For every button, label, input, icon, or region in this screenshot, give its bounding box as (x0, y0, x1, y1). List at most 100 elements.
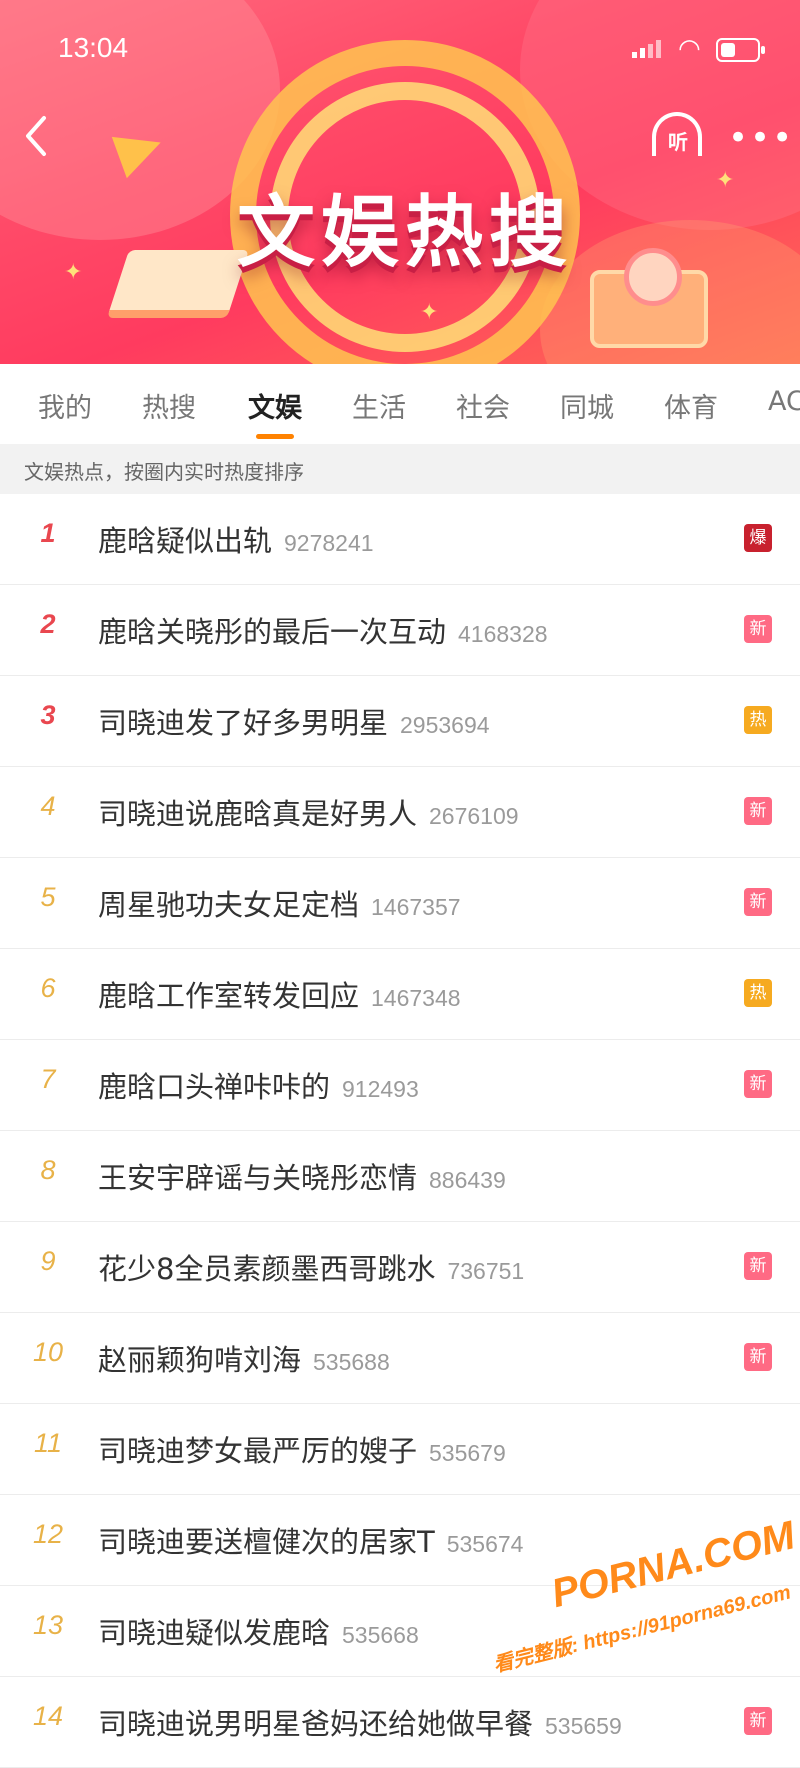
status-time: 13:04 (58, 32, 129, 63)
status-badge: 热 (744, 979, 772, 1007)
sparkle-icon: ✦ (64, 260, 83, 285)
list-item-text: 花少8全员素颜墨西哥跳水 736751 (98, 1246, 524, 1288)
sparkle-icon: ✦ (420, 300, 439, 325)
rank-number: 5 (40, 882, 56, 912)
list-item-text: 周星驰功夫女足定档 1467357 (98, 882, 461, 924)
list-item[interactable]: 5 周星驰功夫女足定档 1467357 新 (0, 858, 800, 949)
topic-title: 司晓迪发了好多男明星 (98, 706, 389, 740)
listen-button[interactable]: 听 (650, 112, 706, 164)
list-item[interactable]: 6 鹿晗工作室转发回应 1467348 热 (0, 949, 800, 1040)
rank-number: 2 (40, 609, 56, 639)
heat-count: 886439 (429, 1167, 506, 1193)
heat-count: 535679 (429, 1440, 506, 1466)
topic-title: 司晓迪说鹿晗真是好男人 (98, 797, 418, 831)
hot-search-list: 1 鹿晗疑似出轨 9278241 爆 2 鹿晗关晓彤的最后一次互动 4168328 新 3 司晓迪… (0, 494, 800, 1768)
cell-signal-icon (632, 40, 661, 58)
list-item[interactable]: 9 花少8全员素颜墨西哥跳水 736751 新 (0, 1222, 800, 1313)
topic-title: 王安宇辟谣与关晓彤恋情 (98, 1161, 418, 1195)
list-item[interactable]: 11 司晓迪梦女最严厉的嫂子 535679 (0, 1404, 800, 1495)
rank-number: 14 (32, 1701, 64, 1731)
tab-acg[interactable]: AC (768, 386, 800, 417)
list-item-text: 鹿晗关晓彤的最后一次互动 4168328 (98, 609, 548, 651)
tab-life[interactable]: 生活 (352, 386, 406, 425)
list-item-text: 司晓迪要送檀健次的居家T 535674 (98, 1519, 523, 1561)
wifi-icon: ◠ (678, 34, 701, 64)
tab-mine[interactable]: 我的 (38, 386, 92, 425)
heat-count: 4168328 (458, 621, 548, 647)
topic-title: 花少8全员素颜墨西哥跳水 (98, 1252, 436, 1286)
sparkle-icon: ✦ (716, 168, 735, 193)
heat-count: 535659 (545, 1713, 622, 1739)
info-bar: 文娱热点，按圈内实时热度排序 (0, 444, 800, 494)
heat-count: 535674 (446, 1531, 524, 1557)
rank-number: 12 (32, 1519, 64, 1549)
list-item[interactable]: 12 司晓迪要送檀健次的居家T 535674 (0, 1495, 800, 1586)
list-item[interactable]: 10 赵丽颖狗啃刘海 535688 新 (0, 1313, 800, 1404)
back-button[interactable] (16, 108, 56, 164)
list-item[interactable]: 8 王安宇辟谣与关晓彤恋情 886439 (0, 1131, 800, 1222)
heat-count: 1467357 (371, 894, 461, 920)
list-item[interactable]: 13 司晓迪疑似发鹿晗 535668 (0, 1586, 800, 1677)
topic-title: 司晓迪要送檀健次的居家T (98, 1525, 435, 1559)
page-title: 文娱热搜 (236, 188, 573, 278)
list-item-text: 王安宇辟谣与关晓彤恋情 886439 (98, 1155, 506, 1197)
topic-title: 司晓迪疑似发鹿晗 (98, 1616, 331, 1650)
status-badge: 新 (744, 615, 772, 643)
heat-count: 912493 (342, 1076, 419, 1102)
chevron-left-icon (26, 116, 46, 156)
topic-title: 周星驰功夫女足定档 (98, 888, 360, 922)
list-item[interactable]: 1 鹿晗疑似出轨 9278241 爆 (0, 494, 800, 585)
status-badge: 新 (744, 1252, 772, 1280)
list-item[interactable]: 14 司晓迪说男明星爸妈还给她做早餐 535659 新 (0, 1677, 800, 1768)
list-item-text: 司晓迪疑似发鹿晗 535668 (98, 1610, 419, 1652)
status-badge: 新 (744, 1707, 772, 1735)
status-badge: 新 (744, 797, 772, 825)
list-item-text: 鹿晗工作室转发回应 1467348 (98, 973, 461, 1015)
topic-title: 鹿晗疑似出轨 (98, 524, 273, 558)
category-tabs: 我的 热搜 文娱 生活 社会 同城 体育 AC (0, 364, 800, 444)
topic-title: 司晓迪梦女最严厉的嫂子 (98, 1434, 418, 1468)
status-badge: 新 (744, 1070, 772, 1098)
list-item-text: 鹿晗疑似出轨 9278241 (98, 518, 374, 560)
tab-society[interactable]: 社会 (456, 386, 510, 425)
tab-local[interactable]: 同城 (560, 386, 614, 425)
rank-number: 13 (32, 1610, 64, 1640)
topic-title: 鹿晗工作室转发回应 (98, 979, 360, 1013)
topic-title: 赵丽颖狗啃刘海 (98, 1343, 302, 1377)
rank-number: 8 (40, 1155, 56, 1185)
tab-entertainment[interactable]: 文娱 (248, 386, 302, 425)
heat-count: 2676109 (429, 803, 519, 829)
more-button[interactable]: ••• (728, 118, 794, 158)
heat-count: 9278241 (284, 530, 374, 556)
list-item-text: 司晓迪说男明星爸妈还给她做早餐 535659 (98, 1701, 622, 1743)
info-text: 文娱热点，按圈内实时热度排序 (24, 460, 304, 484)
rank-number: 1 (40, 518, 56, 548)
list-item[interactable]: 3 司晓迪发了好多男明星 2953694 热 (0, 676, 800, 767)
list-item[interactable]: 7 鹿晗口头禅咔咔的 912493 新 (0, 1040, 800, 1131)
topic-title: 鹿晗口头禅咔咔的 (98, 1070, 331, 1104)
topic-title: 鹿晗关晓彤的最后一次互动 (98, 615, 447, 649)
rank-number: 4 (40, 791, 56, 821)
list-item-text: 司晓迪发了好多男明星 2953694 (98, 700, 490, 742)
rank-number: 9 (40, 1246, 56, 1276)
rank-number: 6 (40, 973, 56, 1003)
topic-title: 司晓迪说男明星爸妈还给她做早餐 (98, 1707, 534, 1741)
header-banner: ✦ ✦ ✦ 文娱热搜 13:04 ◠ 听 ••• (0, 0, 800, 364)
rank-number: 7 (40, 1064, 56, 1094)
listen-label: 听 (668, 130, 688, 154)
status-badge: 新 (744, 888, 772, 916)
battery-icon (716, 38, 765, 62)
rank-number: 11 (33, 1428, 63, 1458)
rank-number: 10 (32, 1337, 64, 1367)
rank-number: 3 (40, 700, 56, 730)
heat-count: 2953694 (400, 712, 490, 738)
active-tab-indicator (256, 434, 294, 439)
list-item[interactable]: 2 鹿晗关晓彤的最后一次互动 4168328 新 (0, 585, 800, 676)
list-item[interactable]: 4 司晓迪说鹿晗真是好男人 2676109 新 (0, 767, 800, 858)
tab-hot-search[interactable]: 热搜 (142, 386, 196, 425)
tab-sports[interactable]: 体育 (664, 386, 718, 425)
list-item-text: 鹿晗口头禅咔咔的 912493 (98, 1064, 419, 1106)
heat-count: 535668 (342, 1622, 419, 1648)
list-item-text: 司晓迪说鹿晗真是好男人 2676109 (98, 791, 519, 833)
heat-count: 736751 (447, 1258, 525, 1284)
